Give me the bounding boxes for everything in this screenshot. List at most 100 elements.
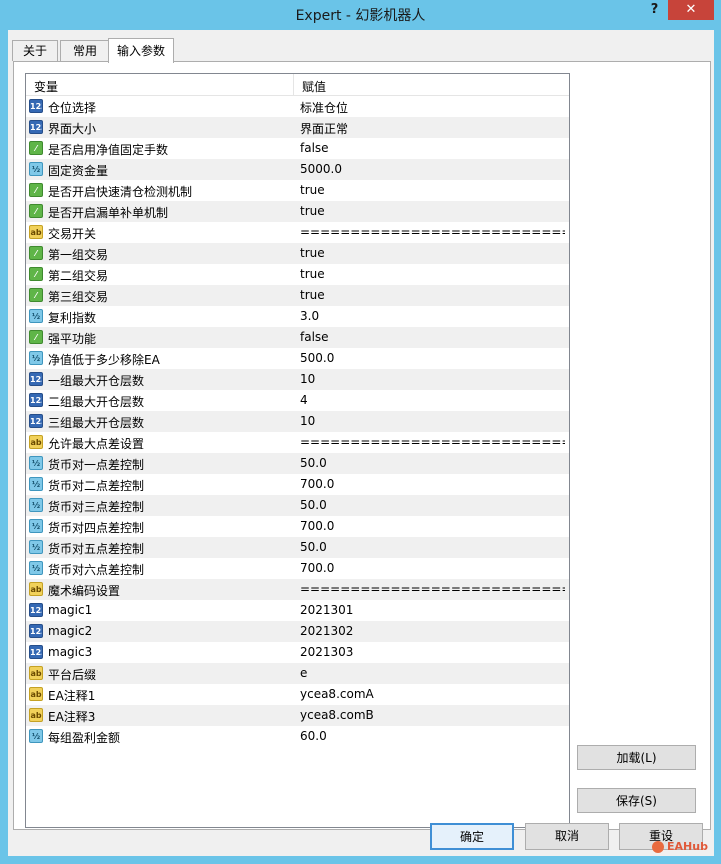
parameter-name: 复利指数 xyxy=(48,311,97,325)
parameter-row[interactable]: 123 magic1 2021301 xyxy=(26,600,569,621)
parameter-row[interactable]: ⁄ 是否开启快速清仓检测机制 true xyxy=(26,180,569,201)
parameter-value[interactable]: true xyxy=(300,246,565,260)
parameter-value[interactable]: 5000.0 xyxy=(300,162,565,176)
parameter-name: 魔术编码设置 xyxy=(48,584,121,598)
parameter-value[interactable]: 2021303 xyxy=(300,645,565,659)
parameter-value[interactable]: 700.0 xyxy=(300,477,565,491)
parameter-value[interactable]: false xyxy=(300,141,565,155)
parameter-value[interactable]: 700.0 xyxy=(300,519,565,533)
parameter-name: 平台后缀 xyxy=(48,668,97,682)
parameter-name: 三组最大开仓层数 xyxy=(48,416,145,430)
parameter-value[interactable]: 500.0 xyxy=(300,351,565,365)
parameter-row[interactable]: 123 界面大小 界面正常 xyxy=(26,117,569,138)
parameter-value[interactable]: ================================... xyxy=(300,225,565,239)
integer-type-icon: 123 xyxy=(29,645,43,659)
watermark-text: EAHub xyxy=(667,840,708,853)
parameter-value[interactable]: 10 xyxy=(300,372,565,386)
close-button[interactable]: ✕ xyxy=(668,0,714,20)
parameter-value[interactable]: 10 xyxy=(300,414,565,428)
parameter-row[interactable]: ½ 净值低于多少移除EA 500.0 xyxy=(26,348,569,369)
parameter-value[interactable]: 50.0 xyxy=(300,456,565,470)
parameter-value[interactable]: ycea8.comB xyxy=(300,708,565,722)
parameter-row[interactable]: 123 magic3 2021303 xyxy=(26,642,569,663)
parameter-value[interactable]: 50.0 xyxy=(300,540,565,554)
parameter-value[interactable]: 3.0 xyxy=(300,309,565,323)
parameter-value[interactable]: 4 xyxy=(300,393,565,407)
double-type-icon: ½ xyxy=(29,456,43,470)
parameters-grid[interactable]: 变量 赋值 123 仓位选择 标准仓位 123 界面大小 界面正常 ⁄ 是否启用净值固定手数 f… xyxy=(25,73,570,828)
parameter-name: 货币对六点差控制 xyxy=(48,563,145,577)
parameter-row[interactable]: ½ 货币对四点差控制 700.0 xyxy=(26,516,569,537)
save-button[interactable]: 保存(S) xyxy=(577,788,696,813)
dialog-client-area: 关于 常用 输入参数 变量 赋值 123仓位选择标准仓位123界面大小界面正常⁄… xyxy=(8,30,714,856)
string-type-icon: ab xyxy=(29,225,43,239)
string-type-icon: ab xyxy=(29,708,43,722)
parameter-row[interactable]: 123 仓位选择 标准仓位 xyxy=(26,96,569,117)
parameter-row[interactable]: ⁄ 第三组交易 true xyxy=(26,285,569,306)
parameter-row[interactable]: ⁄ 是否启用净值固定手数 false xyxy=(26,138,569,159)
header-value[interactable]: 赋值 xyxy=(302,78,326,95)
parameter-value[interactable]: false xyxy=(300,330,565,344)
window-title: Expert - 幻影机器人 xyxy=(295,8,426,24)
parameter-row[interactable]: 123 magic2 2021302 xyxy=(26,621,569,642)
parameter-value[interactable]: ================================... xyxy=(300,582,565,596)
parameter-value[interactable]: true xyxy=(300,183,565,197)
parameter-row[interactable]: ½ 货币对二点差控制 700.0 xyxy=(26,474,569,495)
parameter-row[interactable]: 123 一组最大开仓层数 10 xyxy=(26,369,569,390)
parameter-value[interactable]: ycea8.comA xyxy=(300,687,565,701)
parameter-value[interactable]: 60.0 xyxy=(300,729,565,743)
header-separator[interactable] xyxy=(293,74,294,95)
parameter-row[interactable]: ½ 货币对三点差控制 50.0 xyxy=(26,495,569,516)
parameter-value[interactable]: 界面正常 xyxy=(300,120,565,137)
parameter-row[interactable]: ½ 货币对五点差控制 50.0 xyxy=(26,537,569,558)
parameter-row[interactable]: ab EA注释1 ycea8.comA xyxy=(26,684,569,705)
watermark-logo-icon xyxy=(652,841,664,853)
parameter-row[interactable]: ⁄ 第一组交易 true xyxy=(26,243,569,264)
parameter-value[interactable]: 2021302 xyxy=(300,624,565,638)
cancel-button[interactable]: 取消 xyxy=(525,823,609,850)
parameter-row[interactable]: ⁄ 是否开启漏单补单机制 true xyxy=(26,201,569,222)
parameter-row[interactable]: 123 三组最大开仓层数 10 xyxy=(26,411,569,432)
parameter-row[interactable]: ½ 每组盈利金额 60.0 xyxy=(26,726,569,747)
parameter-value[interactable]: 标准仓位 xyxy=(300,99,565,116)
parameter-row[interactable]: ⁄ 强平功能 false xyxy=(26,327,569,348)
parameter-row[interactable]: ab 交易开关 ================================..… xyxy=(26,222,569,243)
parameter-name: 第二组交易 xyxy=(48,269,109,283)
double-type-icon: ½ xyxy=(29,309,43,323)
parameter-value[interactable]: e xyxy=(300,666,565,680)
ok-button[interactable]: 确定 xyxy=(430,823,514,850)
parameter-row[interactable]: ½ 固定资金量 5000.0 xyxy=(26,159,569,180)
tab-about[interactable]: 关于 xyxy=(12,40,58,61)
parameter-name: 是否开启漏单补单机制 xyxy=(48,206,169,220)
integer-type-icon: 123 xyxy=(29,393,43,407)
boolean-type-icon: ⁄ xyxy=(29,246,43,260)
parameter-row[interactable]: ½ 货币对一点差控制 50.0 xyxy=(26,453,569,474)
integer-type-icon: 123 xyxy=(29,120,43,134)
parameter-value[interactable]: 700.0 xyxy=(300,561,565,575)
parameter-row[interactable]: 123 二组最大开仓层数 4 xyxy=(26,390,569,411)
parameter-value[interactable]: 2021301 xyxy=(300,603,565,617)
parameter-value[interactable]: true xyxy=(300,288,565,302)
string-type-icon: ab xyxy=(29,666,43,680)
double-type-icon: ½ xyxy=(29,498,43,512)
header-variable[interactable]: 变量 xyxy=(34,78,58,95)
double-type-icon: ½ xyxy=(29,162,43,176)
parameter-row[interactable]: ab 允许最大点差设置 ==============================… xyxy=(26,432,569,453)
load-button[interactable]: 加载(L) xyxy=(577,745,696,770)
grid-header: 变量 赋值 xyxy=(26,74,569,96)
parameter-row[interactable]: ½ 复利指数 3.0 xyxy=(26,306,569,327)
parameter-name: 二组最大开仓层数 xyxy=(48,395,145,409)
help-button[interactable]: ? xyxy=(641,0,668,20)
parameter-value[interactable]: 50.0 xyxy=(300,498,565,512)
parameter-row[interactable]: ab 魔术编码设置 ================================… xyxy=(26,579,569,600)
parameter-value[interactable]: true xyxy=(300,267,565,281)
parameter-row[interactable]: ⁄ 第二组交易 true xyxy=(26,264,569,285)
parameter-value[interactable]: ================================... xyxy=(300,435,565,449)
tab-common[interactable]: 常用 xyxy=(60,40,110,61)
parameter-name: magic1 xyxy=(48,603,93,617)
parameter-row[interactable]: ab 平台后缀 e xyxy=(26,663,569,684)
tab-input-parameters[interactable]: 输入参数 xyxy=(108,38,174,63)
parameter-value[interactable]: true xyxy=(300,204,565,218)
parameter-row[interactable]: ½ 货币对六点差控制 700.0 xyxy=(26,558,569,579)
parameter-row[interactable]: ab EA注释3 ycea8.comB xyxy=(26,705,569,726)
